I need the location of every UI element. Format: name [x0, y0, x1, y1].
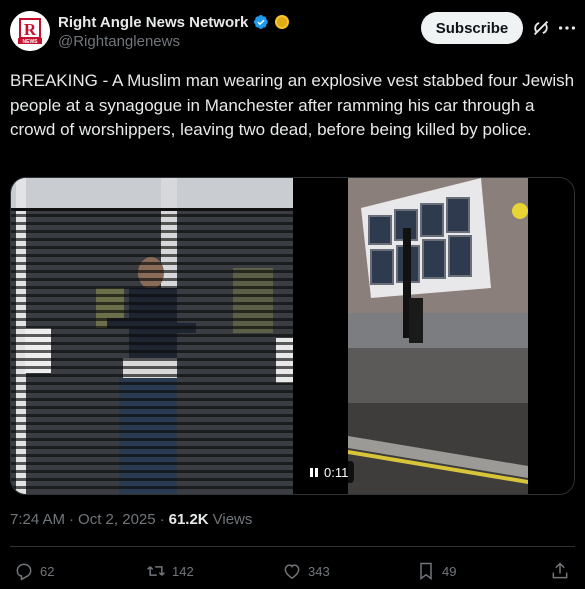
- post-date[interactable]: Oct 2, 2025: [78, 511, 156, 528]
- share-icon: [552, 562, 568, 579]
- gold-badge-icon: [275, 15, 290, 29]
- rann-logo: R NEWS: [10, 11, 50, 51]
- like-count: 343: [308, 563, 330, 579]
- subscribe-button[interactable]: Subscribe: [421, 12, 523, 44]
- bookmark-button[interactable]: 49: [416, 558, 456, 584]
- verified-badge-icon[interactable]: [253, 14, 269, 30]
- reply-button[interactable]: 62: [14, 558, 54, 584]
- bookmark-icon: [420, 562, 432, 580]
- divider: [10, 546, 575, 547]
- svg-text:NEWS: NEWS: [23, 39, 39, 45]
- author-name-row: Right Angle News Network: [58, 12, 290, 32]
- video-frame: [11, 178, 574, 494]
- author-handle[interactable]: @Rightanglenews: [58, 33, 180, 50]
- repost-count: 142: [172, 563, 194, 579]
- like-icon: [284, 564, 300, 579]
- action-bar: 62 142 343 49: [10, 558, 575, 584]
- post-meta: 7:24 AM · Oct 2, 2025 · 61.2K Views: [10, 511, 252, 528]
- repost-icon: [147, 566, 165, 576]
- views-label: Views: [212, 511, 253, 528]
- video-time-badge[interactable]: 0:11: [304, 461, 355, 483]
- meta-separator: ·: [159, 511, 165, 528]
- views-count: 61.2K: [168, 511, 209, 528]
- avatar[interactable]: R NEWS: [10, 11, 50, 51]
- grok-icon[interactable]: [530, 17, 552, 39]
- meta-separator: ·: [69, 511, 75, 528]
- share-button[interactable]: [550, 558, 570, 584]
- repost-button[interactable]: 142: [146, 558, 194, 584]
- more-icon[interactable]: [556, 17, 578, 39]
- reply-count: 62: [40, 563, 55, 579]
- author-display-name[interactable]: Right Angle News Network: [58, 14, 248, 31]
- post-time[interactable]: 7:24 AM: [10, 511, 65, 528]
- pause-icon[interactable]: [310, 467, 318, 477]
- svg-text:R: R: [24, 20, 37, 39]
- bookmark-count: 49: [442, 563, 457, 579]
- reply-icon: [16, 563, 32, 581]
- like-button[interactable]: 343: [282, 558, 330, 584]
- video-time: 0:11: [324, 464, 349, 480]
- video-player[interactable]: (function(){ var g = document.getElement…: [10, 177, 575, 495]
- post-text: BREAKING - A Muslim man wearing an explo…: [10, 71, 575, 139]
